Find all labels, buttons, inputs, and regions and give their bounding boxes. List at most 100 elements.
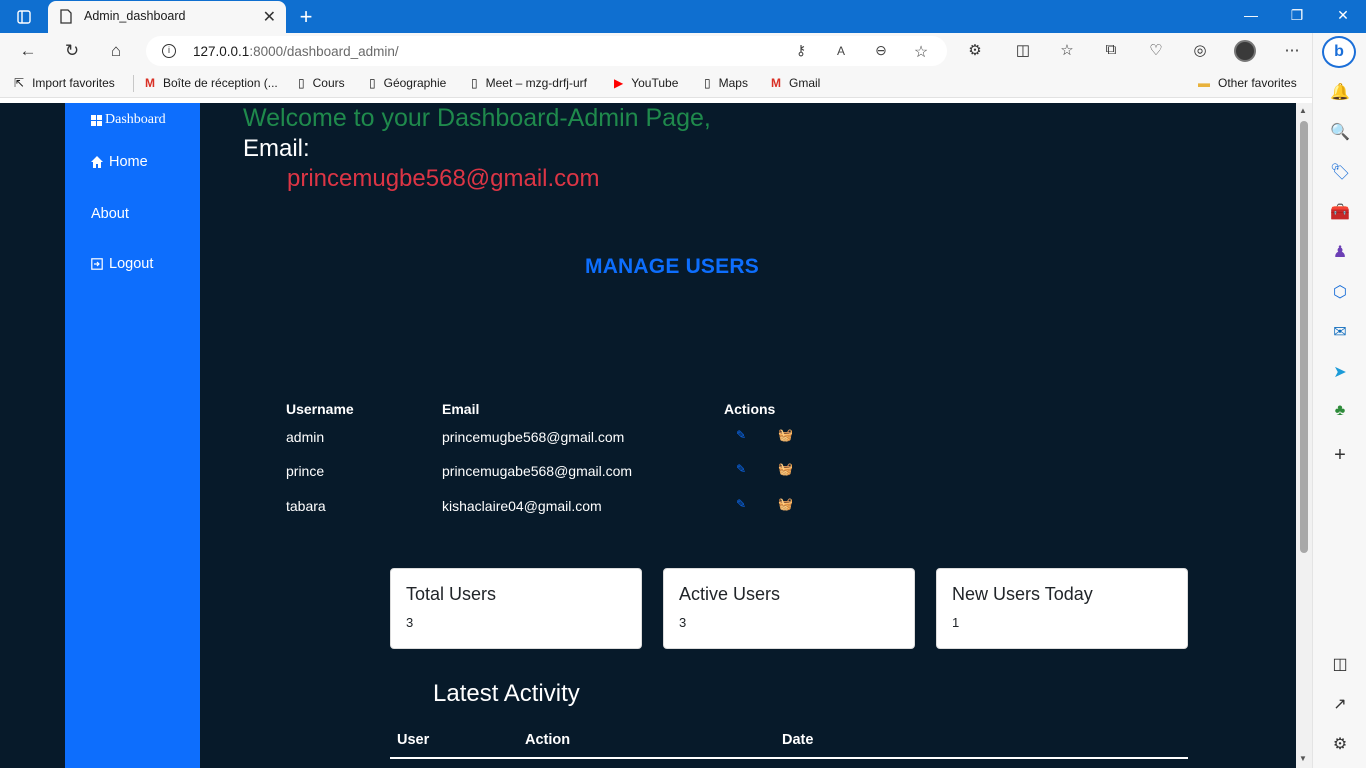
address-bar: ← ↻ ⌂ i 127.0.0.1:8000/dashboard_admin/ … bbox=[0, 33, 1366, 69]
bookmark-separator bbox=[133, 75, 134, 92]
extensions-icon[interactable]: ⚙ bbox=[964, 41, 986, 59]
key-icon[interactable]: ⚷ bbox=[791, 42, 811, 59]
cell-username: prince bbox=[286, 463, 325, 479]
logout-icon bbox=[91, 258, 103, 270]
email-label: Email: bbox=[243, 135, 310, 162]
bookmark-import-favorites[interactable]: ⇱ Import favorites bbox=[14, 76, 115, 90]
delete-basket-icon[interactable]: 🧺 bbox=[778, 462, 793, 476]
bookmark-maps[interactable]: ▯ Maps bbox=[704, 76, 748, 90]
gmail-icon: M bbox=[771, 76, 781, 90]
new-tab-button[interactable]: + bbox=[294, 4, 318, 30]
browser-tab-active[interactable]: Admin_dashboard ✕ bbox=[48, 1, 286, 33]
stat-card-title: New Users Today bbox=[952, 584, 1093, 604]
url-field[interactable]: i 127.0.0.1:8000/dashboard_admin/ ⚷ A ⊖ … bbox=[146, 36, 947, 66]
table-divider bbox=[390, 757, 1188, 759]
settings-icon[interactable]: ⚙ bbox=[1329, 734, 1351, 756]
stat-card-title: Active Users bbox=[679, 584, 781, 604]
cell-email: princemugbe568@gmail.com bbox=[442, 429, 625, 445]
games-icon[interactable]: ♟ bbox=[1329, 242, 1351, 264]
profile-avatar[interactable] bbox=[1234, 40, 1256, 62]
page-scrollbar[interactable]: ▲ ▼ bbox=[1296, 103, 1312, 768]
column-header-username: Username bbox=[286, 401, 354, 417]
zoom-out-icon[interactable]: ⊖ bbox=[871, 42, 891, 59]
edit-icon[interactable]: ✎ bbox=[736, 497, 746, 511]
tree-icon[interactable]: ♣ bbox=[1329, 402, 1351, 424]
bing-copilot-button[interactable]: b bbox=[1322, 36, 1356, 68]
copilot-icon[interactable]: ◎ bbox=[1189, 41, 1211, 59]
import-icon: ⇱ bbox=[14, 76, 25, 90]
close-tab-icon[interactable]: ✕ bbox=[263, 7, 276, 27]
url-text: 127.0.0.1:8000/dashboard_admin/ bbox=[193, 44, 399, 59]
bookmark-gmail[interactable]: M Gmail bbox=[771, 76, 820, 90]
shopping-icon[interactable]: 🏷 bbox=[1329, 162, 1351, 184]
sidebar-toggle-icon[interactable]: ◫ bbox=[1329, 654, 1351, 676]
page-icon: ▯ bbox=[704, 76, 711, 90]
favorites-icon[interactable]: ☆ bbox=[1056, 41, 1078, 59]
minimize-button[interactable]: — bbox=[1228, 7, 1274, 23]
delete-basket-icon[interactable]: 🧺 bbox=[778, 428, 793, 442]
edit-icon[interactable]: ✎ bbox=[736, 462, 746, 476]
microsoft365-icon[interactable]: ⬡ bbox=[1329, 282, 1351, 304]
bookmark-geographie[interactable]: ▯ Géographie bbox=[369, 76, 446, 90]
add-icon[interactable]: + bbox=[1329, 444, 1351, 466]
cell-username: tabara bbox=[286, 498, 326, 514]
bookmark-youtube[interactable]: ▶ YouTube bbox=[614, 76, 678, 90]
open-external-icon[interactable]: ↗ bbox=[1329, 694, 1351, 716]
home-button[interactable]: ⌂ bbox=[105, 41, 127, 61]
page-icon: ▯ bbox=[298, 76, 305, 90]
sidebar-item-label: Logout bbox=[109, 256, 154, 272]
column-header-actions: Actions bbox=[724, 401, 776, 417]
bookmark-inbox[interactable]: M Boîte de réception (... bbox=[145, 76, 278, 90]
scroll-down-arrow[interactable]: ▼ bbox=[1299, 754, 1307, 763]
delete-basket-icon[interactable]: 🧺 bbox=[778, 497, 793, 511]
split-screen-icon[interactable]: ◫ bbox=[1012, 41, 1034, 59]
notifications-icon[interactable]: 🔔 bbox=[1329, 82, 1351, 104]
read-aloud-icon[interactable]: A bbox=[831, 44, 851, 58]
maximize-button[interactable]: ❐ bbox=[1274, 7, 1320, 24]
sidebar-item-label: Home bbox=[109, 154, 148, 170]
cell-email: princemugabe568@gmail.com bbox=[442, 463, 633, 479]
scroll-up-arrow[interactable]: ▲ bbox=[1299, 106, 1307, 115]
page-viewport: Dashboard Home About Logout Welcome to y… bbox=[0, 103, 1312, 768]
stat-card-active-users: Active Users 3 bbox=[663, 568, 915, 649]
scroll-thumb[interactable] bbox=[1300, 121, 1308, 553]
collections-icon[interactable]: ⧉ bbox=[1100, 41, 1122, 58]
stat-card-value: 1 bbox=[952, 615, 960, 630]
stat-card-total-users: Total Users 3 bbox=[390, 568, 642, 649]
sidebar-brand-label: Dashboard bbox=[105, 112, 166, 127]
bookmark-cours[interactable]: ▯ Cours bbox=[298, 76, 345, 90]
tab-actions-icon[interactable] bbox=[10, 7, 38, 27]
tab-title: Admin_dashboard bbox=[84, 9, 186, 23]
refresh-button[interactable]: ↻ bbox=[61, 41, 83, 61]
welcome-heading: Welcome to your Dashboard-Admin Page, bbox=[243, 104, 711, 132]
bookmark-meet[interactable]: ▯ Meet – mzg-drfj-urf bbox=[471, 76, 587, 90]
tools-icon[interactable]: 🧰 bbox=[1329, 202, 1351, 224]
outlook-icon[interactable]: ✉ bbox=[1329, 322, 1351, 344]
manage-users-heading: MANAGE USERS bbox=[585, 255, 759, 278]
stat-card-new-users-today: New Users Today 1 bbox=[936, 568, 1188, 649]
close-window-button[interactable]: ✕ bbox=[1320, 7, 1366, 24]
more-menu-icon[interactable]: ⋯ bbox=[1281, 41, 1303, 59]
sidebar-item-about[interactable]: About bbox=[91, 206, 129, 222]
column-header-email: Email bbox=[442, 401, 480, 417]
page-icon: ▯ bbox=[471, 76, 478, 90]
column-header-user: User bbox=[397, 732, 430, 748]
stat-card-value: 3 bbox=[679, 615, 687, 630]
page-icon bbox=[60, 9, 72, 29]
info-icon[interactable]: i bbox=[162, 44, 176, 58]
dashboard-icon bbox=[91, 114, 102, 126]
browser-essentials-icon[interactable]: ♡ bbox=[1145, 41, 1167, 59]
back-button[interactable]: ← bbox=[17, 41, 39, 61]
sidebar-brand[interactable]: Dashboard bbox=[91, 112, 166, 128]
latest-activity-heading: Latest Activity bbox=[433, 680, 580, 707]
sidebar-item-logout[interactable]: Logout bbox=[91, 256, 153, 272]
search-icon[interactable]: 🔍 bbox=[1329, 122, 1351, 144]
folder-icon: ▬ bbox=[1198, 76, 1210, 90]
bookmark-other-favorites[interactable]: ▬ Other favorites bbox=[1198, 76, 1297, 90]
page-icon: ▯ bbox=[369, 76, 376, 90]
telegram-icon[interactable]: ➤ bbox=[1329, 362, 1351, 384]
app-sidebar: Dashboard Home About Logout bbox=[65, 103, 200, 768]
favorite-star-icon[interactable]: ☆ bbox=[911, 42, 931, 62]
edit-icon[interactable]: ✎ bbox=[736, 428, 746, 442]
sidebar-item-home[interactable]: Home bbox=[91, 154, 148, 170]
